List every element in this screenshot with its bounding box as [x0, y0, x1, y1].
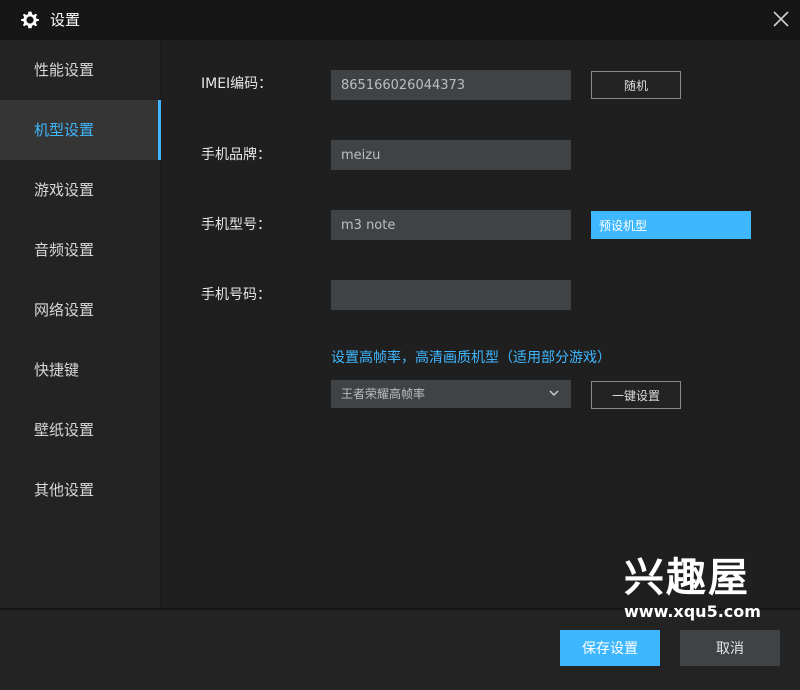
brand-input[interactable] [331, 140, 571, 170]
model-input[interactable] [331, 210, 571, 240]
sidebar-item-game[interactable]: 游戏设置 [0, 160, 160, 220]
sidebar-item-device-model[interactable]: 机型设置 [0, 100, 161, 160]
sidebar-item-performance[interactable]: 性能设置 [0, 40, 160, 100]
frame-rate-preset-value: 王者荣耀高帧率 [341, 387, 426, 401]
phone-label: 手机号码： [201, 287, 271, 303]
title-bar: 设置 [0, 0, 800, 40]
settings-window: 设置 性能设置 机型设置 游戏设置 音频设置 网络设置 快捷键 壁纸设置 其他设… [0, 0, 800, 690]
sidebar-item-wallpaper[interactable]: 壁纸设置 [0, 400, 160, 460]
sidebar-item-label: 其他设置 [34, 481, 95, 499]
sidebar-item-label: 性能设置 [34, 61, 95, 79]
high-frame-rate-title: 设置高帧率，高清画质机型（适用部分游戏） [331, 350, 611, 366]
brand-label: 手机品牌： [201, 147, 271, 163]
device-settings-panel [161, 40, 800, 608]
one-click-setup-button[interactable]: 一键设置 [591, 381, 681, 409]
sidebar-item-label: 音频设置 [34, 241, 95, 259]
sidebar-item-label: 快捷键 [34, 361, 80, 379]
preset-model-button[interactable]: 预设机型 [591, 211, 751, 239]
window-title: 设置 [50, 11, 81, 29]
imei-label: IMEI编码： [201, 76, 273, 92]
cancel-button[interactable]: 取消 [680, 630, 780, 666]
sidebar-item-shortcuts[interactable]: 快捷键 [0, 340, 160, 400]
sidebar-item-label: 壁纸设置 [34, 421, 95, 439]
model-label: 手机型号： [201, 217, 271, 233]
save-button[interactable]: 保存设置 [560, 630, 660, 666]
watermark-url: www.xqu5.com [624, 602, 761, 621]
random-imei-button[interactable]: 随机 [591, 71, 681, 99]
frame-rate-preset-select[interactable]: 王者荣耀高帧率 [331, 380, 571, 408]
gear-icon [21, 11, 39, 29]
sidebar-item-label: 网络设置 [34, 301, 95, 319]
sidebar-item-label: 机型设置 [34, 121, 95, 139]
watermark: 兴趣屋 www.xqu5.com [620, 555, 780, 625]
sidebar-item-other[interactable]: 其他设置 [0, 460, 160, 520]
imei-input[interactable] [331, 70, 571, 100]
close-icon[interactable] [770, 8, 792, 30]
phone-input[interactable] [331, 280, 571, 310]
sidebar-item-label: 游戏设置 [34, 181, 95, 199]
sidebar-item-audio[interactable]: 音频设置 [0, 220, 160, 280]
sidebar-item-network[interactable]: 网络设置 [0, 280, 160, 340]
sidebar: 性能设置 机型设置 游戏设置 音频设置 网络设置 快捷键 壁纸设置 其他设置 [0, 40, 161, 608]
watermark-title: 兴趣屋 [624, 555, 750, 601]
chevron-down-icon [549, 390, 559, 396]
